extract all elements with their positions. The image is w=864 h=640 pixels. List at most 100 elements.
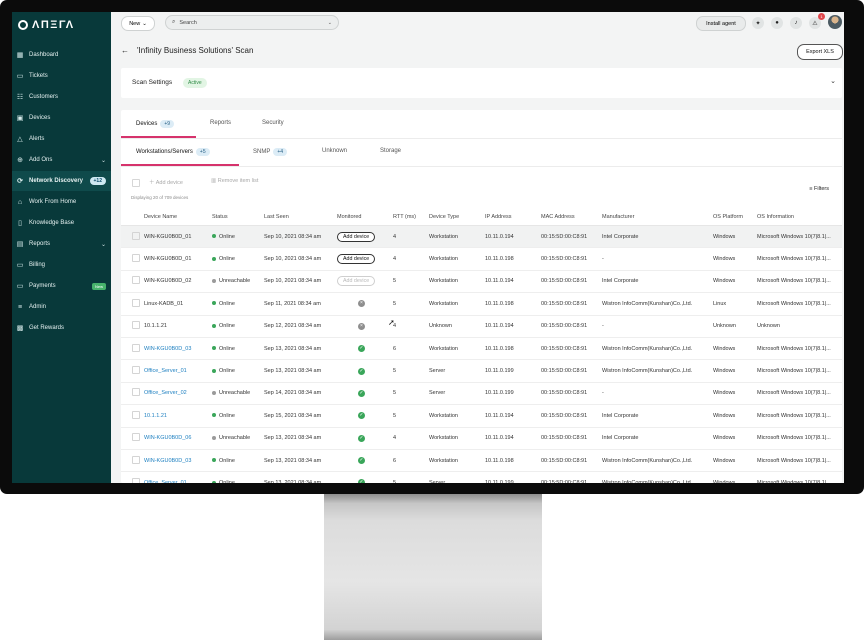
tab-snmp[interactable]: SNMP +4 (253, 148, 288, 156)
table-row[interactable]: WIN-KGU0B0D_06 Unreachable Sep 13, 2021 08… (121, 427, 842, 450)
tab-storage[interactable]: Storage (380, 148, 401, 154)
table-row[interactable]: WIN-KGU0B0D_01 Online Sep 10, 2021 08:34 a… (121, 247, 842, 271)
row-checkbox[interactable] (132, 321, 140, 330)
cell-rtt: 5 (389, 471, 425, 483)
cell-name[interactable]: WIN-KGU0B0D_03 (140, 337, 208, 361)
table-row[interactable]: WIN-KGU0B0D_03 Online Sep 13, 2021 08:34 a… (121, 449, 842, 473)
row-checkbox[interactable] (132, 410, 140, 419)
device-name-link[interactable]: WIN-KGU0B0D_03 (144, 346, 191, 352)
tab-devices[interactable]: Devices +9 (136, 120, 175, 128)
cell-name[interactable]: 10.1.1.21 (140, 404, 208, 428)
row-checkbox[interactable] (132, 343, 140, 352)
cell-rtt: 5 (389, 270, 425, 294)
tab-workstations-servers[interactable]: Workstations/Servers +5 (136, 148, 210, 156)
add-device-button[interactable]: Add device (337, 254, 376, 265)
sidebar-item-admin[interactable]: ≡ Admin (12, 297, 111, 317)
user-avatar[interactable] (828, 15, 842, 29)
table-row[interactable]: WIN-KGU0B0D_02 Unreachable Sep 10, 2021 08… (121, 270, 842, 294)
chat-icon[interactable]: ● (771, 17, 783, 29)
column-header-manufacturer[interactable]: Manufacturer (598, 209, 709, 226)
table-row[interactable]: WIN-KGU0B0D_01 Online Sep 10, 2021 08:34 a… (121, 225, 842, 249)
cell-name[interactable]: WIN-KGU0B0D_03 (140, 449, 208, 473)
row-checkbox[interactable] (132, 477, 140, 483)
row-checkbox[interactable] (132, 298, 140, 307)
column-header-os-platform[interactable]: OS Platform (709, 209, 753, 226)
row-checkbox[interactable] (132, 433, 140, 442)
column-header-status[interactable]: Status (208, 209, 260, 226)
device-name-link[interactable]: Office_Server_01 (144, 368, 187, 374)
bell-icon[interactable]: ♪ (790, 17, 802, 29)
cell-last-seen: Sep 10, 2021 08:34 am (260, 225, 333, 249)
sidebar-item-billing[interactable]: ▭ Billing (12, 255, 111, 275)
cell-last-seen: Sep 10, 2021 08:34 am (260, 247, 333, 271)
add-device-button: Add device (337, 276, 376, 287)
filters-button[interactable]: ≡ Filters (809, 186, 829, 192)
row-checkbox[interactable] (132, 276, 140, 285)
sidebar-item-devices[interactable]: ▣ Devices (12, 108, 111, 128)
new-button[interactable]: New ⌄ (121, 16, 155, 31)
select-all-checkbox[interactable] (132, 179, 140, 187)
sidebar-item-dashboard[interactable]: ▦ Dashboard (12, 45, 111, 65)
add-device-button[interactable]: Add device (337, 231, 376, 242)
sidebar-item-tickets[interactable]: ▭ Tickets (12, 66, 111, 86)
install-agent-button[interactable]: Install agent (696, 16, 746, 31)
export-xls-button[interactable]: Export XLS (797, 44, 843, 60)
sidebar-item-customers[interactable]: ☷ Customers (12, 87, 111, 107)
device-name-link[interactable]: Office_Server_01 (144, 480, 187, 483)
table-row[interactable]: 10.1.1.21 Online Sep 15, 2021 08:34 am ✓ 5 Wo… (121, 404, 842, 428)
column-header-mac-address[interactable]: MAC Address (537, 209, 598, 226)
table-row[interactable]: Office_Server_01 Online Sep 13, 2021 08:34… (121, 471, 842, 483)
column-header-monitored[interactable]: Monitored (333, 209, 389, 226)
device-name-link[interactable]: WIN-KGU0B0D_06 (144, 435, 191, 441)
cell-type: Workstation (425, 427, 481, 450)
table-row[interactable]: Office_Server_01 Online Sep 13, 2021 08:34… (121, 359, 842, 383)
sidebar-item-work-from-home[interactable]: ⌂ Work From Home (12, 192, 111, 212)
row-checkbox[interactable] (132, 231, 140, 240)
tab-reports[interactable]: Reports (210, 120, 231, 126)
cell-mac: 00:15:5D:00:C8:91 (537, 337, 598, 361)
search-chevron-icon[interactable]: ⌄ (328, 20, 332, 26)
cell-name[interactable]: Office_Server_01 (140, 359, 208, 383)
device-name-link[interactable]: WIN-KGU0B0D_03 (144, 458, 191, 464)
column-header-device-name[interactable]: Device Name (140, 209, 208, 226)
table-row[interactable]: WIN-KGU0B0D_03 Online Sep 13, 2021 08:34 a… (121, 337, 842, 361)
row-checkbox[interactable] (132, 254, 140, 263)
search-input[interactable]: ⌕ Search ⌄ (165, 15, 339, 30)
table-row[interactable]: Office_Server_02 Unreachable Sep 14, 2021 … (121, 382, 842, 406)
device-name-link[interactable]: Office_Server_02 (144, 390, 187, 396)
device-name-link[interactable]: 10.1.1.21 (144, 413, 167, 419)
row-checkbox[interactable] (132, 388, 140, 397)
table-row[interactable]: Linux-KADB_01 Online Sep 11, 2021 08:34 am… (121, 292, 842, 316)
scan-settings-panel[interactable]: Scan Settings Active ⌄ (121, 68, 842, 98)
column-header-device-type[interactable]: Device Type (425, 209, 481, 226)
sidebar-item-add-ons[interactable]: ⊕ Add Ons ⌄ (12, 150, 111, 170)
sidebar-item-reports[interactable]: ▤ Reports ⌄ (12, 234, 111, 254)
column-header-os-information[interactable]: OS Information (753, 209, 842, 226)
row-checkbox[interactable] (132, 366, 140, 375)
remove-item-list-action[interactable]: ▥ Remove item list (211, 178, 258, 184)
sidebar-item-alerts[interactable]: △ Alerts (12, 129, 111, 149)
tab-workstations-badge: +5 (195, 148, 210, 156)
sidebar-item-get-rewards[interactable]: ▩ Get Rewards (12, 318, 111, 338)
lightbulb-icon[interactable]: ✦ (752, 17, 764, 29)
row-checkbox-cell (121, 427, 140, 450)
sidebar-item-knowledge-base[interactable]: ▯ Knowledge Base (12, 213, 111, 233)
tab-unknown[interactable]: Unknown (322, 148, 347, 154)
cell-rtt: 6 (389, 337, 425, 361)
tab-security[interactable]: Security (262, 120, 284, 126)
sidebar-item-payments[interactable]: ▭ Payments New (12, 276, 111, 296)
row-checkbox[interactable] (132, 455, 140, 464)
back-arrow-icon[interactable]: ← (121, 46, 129, 55)
cell-name[interactable]: Office_Server_02 (140, 382, 208, 406)
row-checkbox-cell (121, 471, 140, 483)
sidebar-item-network-discovery[interactable]: ⟳ Network Discovery +12 (12, 171, 111, 191)
cell-name[interactable]: Office_Server_01 (140, 471, 208, 483)
table-row[interactable]: 10.1.1.21 Online Sep 12, 2021 08:34 am × 4 Un… (121, 315, 842, 338)
column-header-last-seen[interactable]: Last Seen (260, 209, 333, 226)
app-logo[interactable]: ΛΠΞΓΛ (18, 16, 75, 34)
add-device-action[interactable]: ＋ Add device (149, 178, 183, 186)
cell-name[interactable]: WIN-KGU0B0D_06 (140, 427, 208, 450)
chevron-down-icon[interactable]: ⌄ (830, 77, 836, 85)
column-header-rtt-ms[interactable]: RTT (ms) (389, 209, 425, 226)
column-header-ip-address[interactable]: IP Address (481, 209, 537, 226)
